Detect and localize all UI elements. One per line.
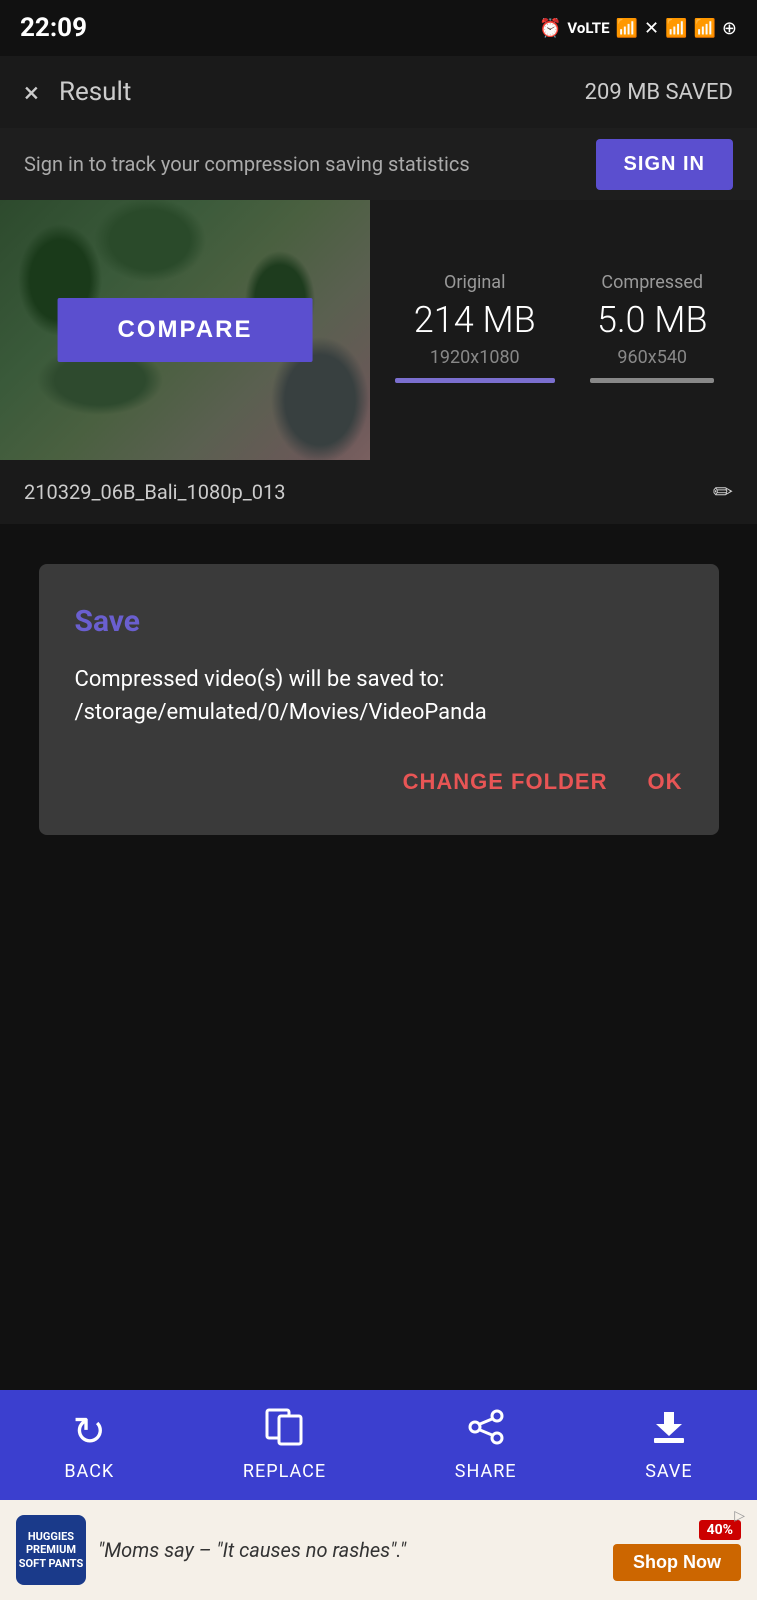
ad-indicator: ▷ [734, 1508, 745, 1524]
clock-icon: ⏰ [539, 18, 561, 39]
ad-headline: "Moms say – "It causes no rashes"." [98, 1538, 601, 1562]
header-left: × Result [24, 76, 131, 109]
header: × Result 209 MB SAVED [0, 56, 757, 128]
ad-right: 40% Shop Now [613, 1520, 741, 1581]
dialog-overlay: Save Compressed video(s) will be saved t… [0, 524, 757, 875]
ad-banner: HUGGIESPREMIUMSOFT PANTS "Moms say – "It… [0, 1500, 757, 1600]
video-thumbnail: COMPARE [0, 200, 370, 460]
original-label: Original [386, 272, 564, 293]
back-icon: ↻ [73, 1408, 107, 1455]
filename-bar: 210329_06B_Bali_1080p_013 ✏ [0, 460, 757, 524]
stats-panel: Original 214 MB 1920x1080 Compressed 5.0… [370, 200, 757, 460]
ad-shop-button[interactable]: Shop Now [613, 1544, 741, 1581]
compressed-col: Compressed 5.0 MB 960x540 [564, 272, 742, 383]
stats-labels-row: Original 214 MB 1920x1080 Compressed 5.0… [386, 272, 741, 383]
status-bar: 22:09 ⏰ VoLTE 📶 ✕ 📶 📶 ⊕ [0, 0, 757, 56]
sign-in-button[interactable]: SIGN IN [596, 139, 733, 190]
bottom-nav: ↻ BACK REPLACE SHARE [0, 1390, 757, 1500]
status-time: 22:09 [20, 13, 87, 43]
ad-logo-text: HUGGIESPREMIUMSOFT PANTS [19, 1530, 83, 1570]
ad-logo: HUGGIESPREMIUMSOFT PANTS [16, 1515, 86, 1585]
nav-item-save[interactable]: SAVE [645, 1408, 692, 1482]
dialog-actions: CHANGE FOLDER OK [75, 769, 683, 795]
video-section: COMPARE Original 214 MB 1920x1080 Compre… [0, 200, 757, 460]
signal2-icon: 📶 [665, 18, 687, 39]
dialog-title: Save [75, 604, 683, 639]
signin-bar: Sign in to track your compression saving… [0, 128, 757, 200]
edit-filename-icon[interactable]: ✏ [713, 478, 733, 506]
nav-label-save: SAVE [645, 1461, 692, 1482]
lte-icon: VoLTE [567, 19, 609, 37]
compressed-bar [590, 378, 714, 383]
save-icon [650, 1408, 688, 1455]
status-icons: ⏰ VoLTE 📶 ✕ 📶 📶 ⊕ [539, 18, 737, 39]
wifi-icon: 📶 [616, 18, 638, 39]
signin-prompt-text: Sign in to track your compression saving… [24, 152, 470, 176]
ok-button[interactable]: OK [648, 769, 683, 795]
ad-text-area: "Moms say – "It causes no rashes"." [98, 1538, 601, 1562]
header-saved-text: 209 MB SAVED [585, 80, 733, 105]
nav-item-back[interactable]: ↻ BACK [64, 1408, 114, 1482]
original-size: 214 MB [386, 299, 564, 341]
plus-circle-icon: ⊕ [722, 18, 737, 39]
original-bar [395, 378, 555, 383]
close-button[interactable]: × [24, 76, 39, 109]
signal-icon: ✕ [644, 18, 659, 39]
compare-button[interactable]: COMPARE [58, 298, 313, 362]
compressed-size: 5.0 MB [564, 299, 742, 341]
dialog-body: Compressed video(s) will be saved to: /s… [75, 663, 683, 729]
nav-item-share[interactable]: SHARE [455, 1408, 517, 1482]
original-dimensions: 1920x1080 [386, 347, 564, 368]
compressed-dimensions: 960x540 [564, 347, 742, 368]
battery-icon: 📶 [693, 18, 715, 39]
change-folder-button[interactable]: CHANGE FOLDER [403, 769, 608, 795]
compressed-label: Compressed [564, 272, 742, 293]
ad-content: HUGGIESPREMIUMSOFT PANTS "Moms say – "It… [16, 1515, 601, 1585]
filename-text: 210329_06B_Bali_1080p_013 [24, 480, 285, 504]
original-col: Original 214 MB 1920x1080 [386, 272, 564, 383]
content-spacer [0, 875, 757, 1315]
share-icon [467, 1408, 505, 1455]
nav-item-replace[interactable]: REPLACE [243, 1408, 326, 1482]
header-title: Result [59, 77, 131, 107]
replace-icon [265, 1408, 303, 1455]
save-dialog: Save Compressed video(s) will be saved t… [39, 564, 719, 835]
nav-label-replace: REPLACE [243, 1461, 326, 1482]
nav-label-back: BACK [64, 1461, 114, 1482]
nav-label-share: SHARE [455, 1461, 517, 1482]
